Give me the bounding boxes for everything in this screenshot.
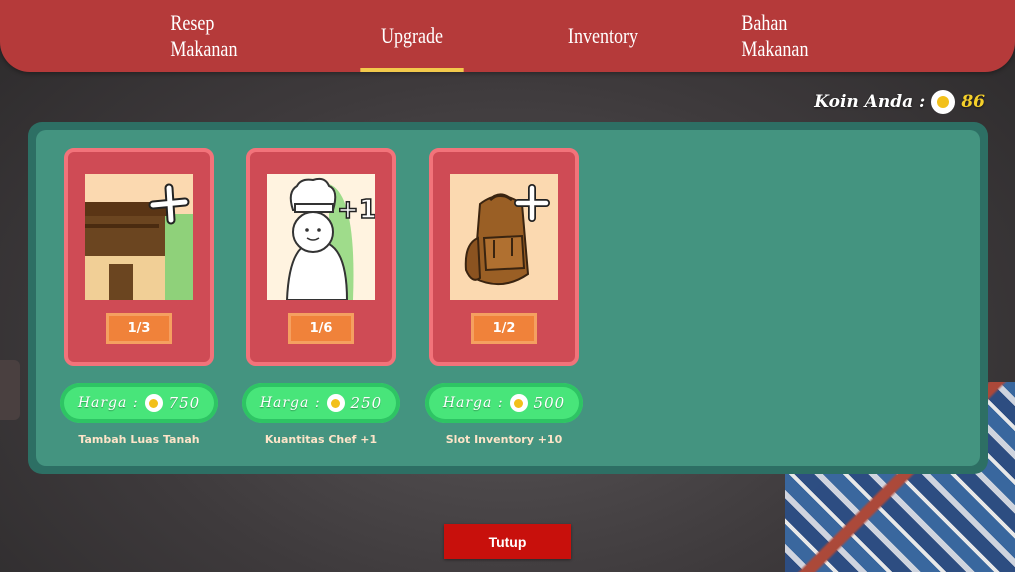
svg-text:+1: +1 — [337, 195, 375, 225]
price-label: Harga : — [77, 395, 139, 411]
coin-balance-value: 86 — [961, 92, 985, 112]
upgrade-card-chef[interactable]: +1 1/6 — [246, 148, 396, 366]
upgrade-level-badge: 1/2 — [471, 313, 537, 344]
tab-inventory[interactable]: Inventory — [551, 0, 654, 72]
price-value: 750 — [168, 394, 201, 412]
coin-icon — [326, 394, 345, 412]
coin-balance: Koin Anda : 86 — [814, 89, 985, 115]
upgrade-level-badge: 1/3 — [106, 313, 172, 344]
upgrade-title: Tambah Luas Tanah — [78, 433, 200, 446]
coin-balance-label: Koin Anda : — [814, 92, 926, 112]
backpack-plus-icon — [450, 174, 558, 300]
upgrade-card-inventory[interactable]: 1/2 — [429, 148, 579, 366]
chef-plus-one-icon: +1 — [267, 174, 375, 300]
buy-button-chef[interactable]: Harga : 250 — [242, 383, 400, 423]
buy-button-inventory[interactable]: Harga : 500 — [425, 383, 583, 423]
coin-icon — [509, 394, 528, 412]
tab-upgrade[interactable]: Upgrade — [360, 0, 464, 72]
upgrade-title: Slot Inventory +10 — [445, 433, 563, 446]
upgrade-title: Kuantitas Chef +1 — [264, 433, 378, 446]
upgrade-card-land[interactable]: 1/3 — [64, 148, 214, 366]
tab-bahan-makanan[interactable]: Bahan Makanan — [741, 0, 844, 72]
top-nav-bar: Resep Makanan Upgrade Inventory Bahan Ma… — [0, 0, 1015, 72]
background-table — [0, 360, 20, 420]
price-label: Harga : — [442, 395, 504, 411]
coin-icon — [144, 394, 163, 412]
land-plus-icon — [85, 174, 193, 300]
close-button[interactable]: Tutup — [444, 524, 571, 559]
price-value: 250 — [350, 394, 383, 412]
upgrade-level-badge: 1/6 — [288, 313, 354, 344]
price-value: 500 — [533, 394, 566, 412]
tab-resep-makanan[interactable]: Resep Makanan — [170, 0, 273, 72]
price-label: Harga : — [259, 395, 321, 411]
coin-icon — [931, 90, 956, 114]
buy-button-land[interactable]: Harga : 750 — [60, 383, 218, 423]
